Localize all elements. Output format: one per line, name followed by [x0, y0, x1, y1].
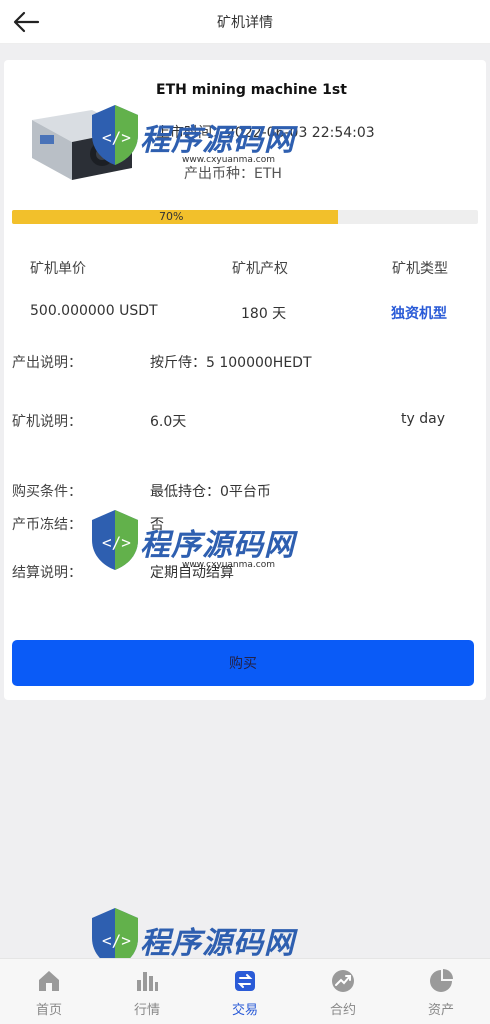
svg-text:</>: </> — [102, 931, 131, 950]
watermark-text: 程序源码网 — [140, 926, 295, 961]
machine-name: ETH mining machine 1st — [156, 82, 347, 98]
tab-market-label: 行情 — [133, 1003, 160, 1018]
output-desc-label: 产出说明： — [12, 355, 82, 371]
sales-progress-label: 70% — [159, 210, 184, 223]
listing-time-value: 2022-06-03 22:54:03 — [226, 125, 375, 141]
purchase-condition-value: 最低持仓：0平台币 — [150, 484, 271, 500]
bar-chart-icon — [137, 972, 158, 991]
coin-freeze-value: 否 — [150, 517, 164, 533]
header-bar: 矿机详情 — [0, 0, 490, 44]
tab-trade[interactable]: 交易 — [196, 959, 294, 1024]
output-coin-label: 产出币种： — [184, 166, 254, 182]
ownership-value: 180 天 — [241, 306, 287, 322]
machine-desc-extra: ty day — [401, 411, 445, 427]
ownership-header: 矿机产权 — [232, 261, 288, 277]
pie-chart-icon — [430, 969, 453, 992]
tab-assets-label: 资产 — [427, 1003, 454, 1018]
unit-price-value: 500.000000 USDT — [30, 303, 158, 319]
settlement-value: 定期自动结算 — [150, 565, 234, 581]
bottom-tab-bar: 首页 行情 交易 合约 资产 — [0, 958, 490, 1024]
tab-home[interactable]: 首页 — [0, 959, 98, 1024]
exchange-icon — [235, 971, 255, 991]
listing-time-label: 上市时间： — [156, 125, 226, 141]
settlement-label: 结算说明： — [12, 565, 82, 581]
coin-freeze-label: 产币冻结： — [12, 517, 82, 533]
tab-assets[interactable]: 资产 — [392, 959, 490, 1024]
machine-detail-card: ETH mining machine 1st 上市时间：2022-06-03 2… — [4, 60, 486, 700]
sales-progress-bar — [12, 210, 478, 224]
machine-desc-label: 矿机说明： — [12, 414, 82, 430]
trend-icon — [332, 970, 354, 992]
mining-machine-image — [32, 110, 132, 180]
tab-home-label: 首页 — [35, 1003, 62, 1018]
output-coin: 产出币种：ETH — [184, 163, 282, 183]
output-desc-value: 按斤侍：5 100000HEDT — [150, 355, 312, 371]
machine-desc-value: 6.0天 — [150, 414, 187, 430]
tab-trade-label: 交易 — [231, 1003, 258, 1018]
purchase-condition-label: 购买条件： — [12, 484, 82, 500]
home-icon — [39, 971, 59, 991]
tab-contract-label: 合约 — [329, 1003, 356, 1018]
machine-type-header: 矿机类型 — [392, 261, 448, 277]
buy-button[interactable]: 购买 — [12, 640, 474, 686]
machine-type-value[interactable]: 独资机型 — [391, 303, 447, 323]
page-title: 矿机详情 — [217, 15, 273, 31]
unit-price-header: 矿机单价 — [30, 261, 86, 277]
output-coin-value: ETH — [254, 166, 282, 182]
listing-time: 上市时间：2022-06-03 22:54:03 — [156, 122, 375, 142]
tab-contract[interactable]: 合约 — [294, 959, 392, 1024]
tab-market[interactable]: 行情 — [98, 959, 196, 1024]
